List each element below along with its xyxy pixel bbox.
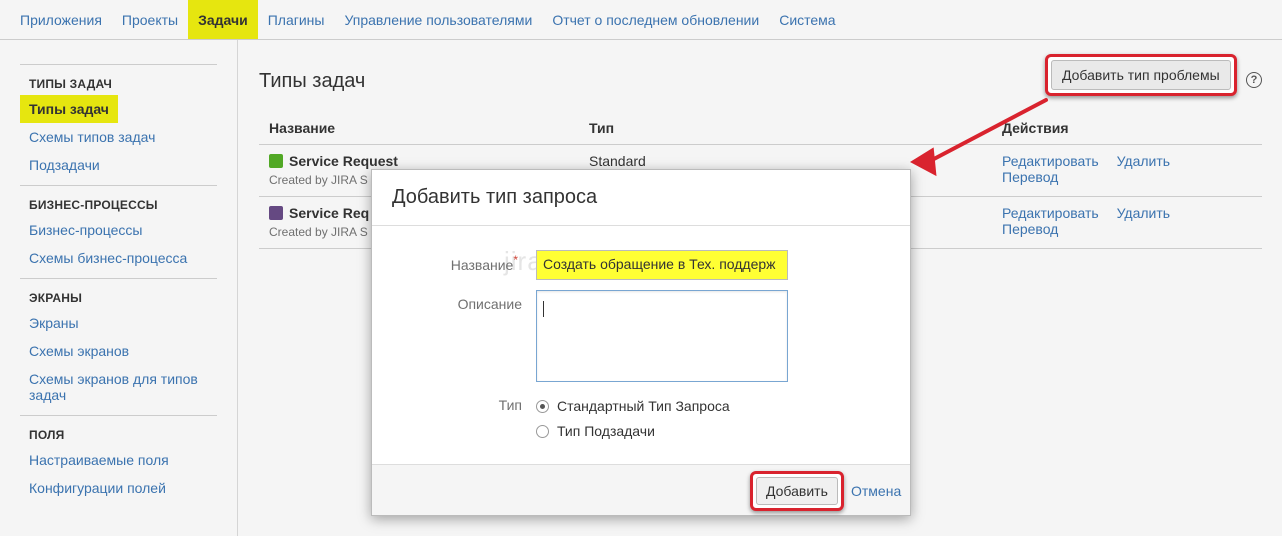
name-field-label: Название* [378, 253, 518, 273]
nav-plugins[interactable]: Плагины [258, 0, 335, 39]
dialog-title: Добавить тип запроса [392, 186, 598, 208]
add-issue-type-button[interactable]: Добавить тип проблемы [1051, 60, 1231, 90]
nav-projects[interactable]: Проекты [112, 0, 188, 39]
edit-link[interactable]: Редактировать [1002, 205, 1099, 221]
delete-link[interactable]: Удалить [1117, 205, 1170, 221]
sidebar-heading: ЭКРАНЫ [29, 291, 83, 305]
nav-applications[interactable]: Приложения [10, 0, 112, 39]
dialog-header: Добавить тип запроса [372, 170, 910, 226]
add-issue-type-highlight: Добавить тип проблемы [1045, 54, 1237, 96]
add-button[interactable]: Добавить [756, 477, 838, 505]
page-title: Типы задач [259, 70, 366, 92]
issue-type-actions: Редактировать Удалить Перевод [992, 196, 1262, 249]
type-field-label: Тип [498, 397, 522, 413]
required-mark: * [513, 253, 518, 267]
column-header-name: Название [259, 112, 579, 145]
translate-link[interactable]: Перевод [1002, 169, 1058, 185]
issue-type-label: Service Request [289, 152, 398, 169]
cancel-link[interactable]: Отмена [851, 483, 901, 499]
sidebar-item-workflow-schemes[interactable]: Схемы бизнес-процесса [20, 244, 217, 272]
description-textarea[interactable] [536, 290, 788, 382]
radio-button-checked[interactable] [536, 399, 549, 413]
radio-subtask-type[interactable]: Тип Подзадачи [536, 423, 655, 439]
sidebar: ТИПЫ ЗАДАЧ Типы задач Схемы типов задач … [0, 40, 238, 536]
sidebar-item-issue-type-schemes[interactable]: Схемы типов задач [20, 123, 217, 151]
radio-label: Стандартный Тип Запроса [557, 398, 730, 414]
nav-system[interactable]: Система [769, 0, 845, 39]
service-request-icon [269, 205, 283, 220]
nav-issues[interactable]: Задачи [188, 0, 258, 39]
sidebar-item-field-configurations[interactable]: Конфигурации полей [20, 474, 217, 502]
dialog-footer: Добавить Отмена [372, 464, 910, 515]
radio-label: Тип Подзадачи [557, 423, 655, 439]
issue-type-actions: Редактировать Удалить Перевод [992, 144, 1262, 197]
radio-standard-type[interactable]: Стандартный Тип Запроса [536, 398, 730, 414]
text-caret [543, 301, 544, 317]
sidebar-heading: ТИПЫ ЗАДАЧ [29, 77, 113, 91]
column-header-type: Тип [579, 112, 992, 145]
issue-type-label: Service Req [289, 204, 370, 221]
sidebar-heading: ПОЛЯ [29, 428, 65, 442]
top-navigation: Приложения Проекты Задачи Плагины Управл… [0, 0, 1282, 40]
translate-link[interactable]: Перевод [1002, 221, 1058, 237]
add-request-type-dialog: Добавить тип запроса jirafordummies.ru Н… [371, 169, 911, 516]
sidebar-item-workflows[interactable]: Бизнес-процессы [20, 216, 217, 244]
help-icon[interactable]: ? [1246, 72, 1262, 88]
sidebar-item-custom-fields[interactable]: Настраиваемые поля [20, 446, 217, 474]
sidebar-group-screens: ЭКРАНЫ Экраны Схемы экранов Схемы экрано… [20, 278, 217, 415]
sidebar-heading: БИЗНЕС-ПРОЦЕССЫ [29, 198, 158, 212]
nav-user-management[interactable]: Управление пользователями [334, 0, 542, 39]
radio-button[interactable] [536, 424, 549, 438]
sidebar-item-subtasks[interactable]: Подзадачи [20, 151, 217, 179]
sidebar-item-issue-types[interactable]: Типы задач [20, 95, 118, 123]
sidebar-group-fields: ПОЛЯ Настраиваемые поля Конфигурации пол… [20, 415, 217, 508]
sidebar-item-issue-type-screen-schemes[interactable]: Схемы экранов для типов задач [20, 365, 217, 409]
issue-type-name: Service Request [269, 153, 569, 169]
delete-link[interactable]: Удалить [1117, 153, 1170, 169]
submit-highlight: Добавить [750, 471, 844, 511]
sidebar-item-screens[interactable]: Экраны [20, 309, 217, 337]
name-label-text: Название [450, 257, 514, 273]
sidebar-item-screen-schemes[interactable]: Схемы экранов [20, 337, 217, 365]
service-request-icon [269, 153, 283, 168]
name-input[interactable]: Создать обращение в Тех. поддерж [536, 250, 788, 280]
dialog-body: jirafordummies.ru Название* Создать обра… [372, 226, 910, 465]
sidebar-group-workflows: БИЗНЕС-ПРОЦЕССЫ Бизнес-процессы Схемы би… [20, 185, 217, 278]
nav-upgrade-report[interactable]: Отчет о последнем обновлении [542, 0, 769, 39]
table-header-row: Название Тип Действия [259, 112, 1262, 145]
description-field-label: Описание [457, 296, 522, 312]
column-header-actions: Действия [992, 112, 1262, 145]
sidebar-group-issue-types: ТИПЫ ЗАДАЧ Типы задач Схемы типов задач … [20, 64, 217, 185]
edit-link[interactable]: Редактировать [1002, 153, 1099, 169]
